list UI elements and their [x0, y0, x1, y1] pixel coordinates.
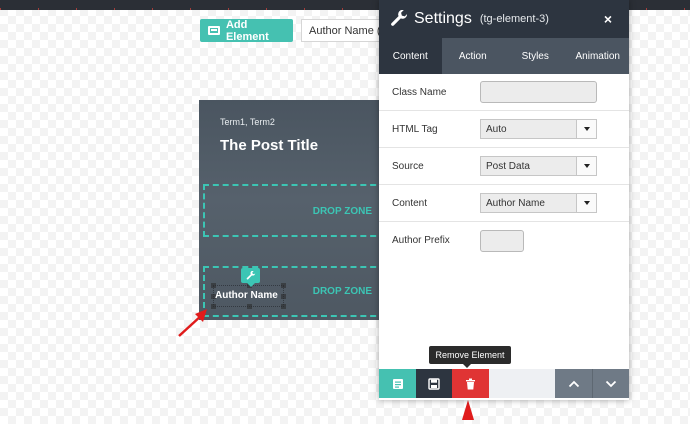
author-prefix-label: Author Prefix [392, 235, 450, 246]
drop-zone-2-label: DROP ZONE [312, 286, 372, 297]
close-icon[interactable]: × [604, 11, 612, 27]
resize-handle[interactable] [281, 304, 286, 309]
tab-content[interactable]: Content [379, 38, 442, 74]
element-icon [208, 26, 220, 35]
resize-handle[interactable] [281, 294, 286, 299]
class-name-label: Class Name [392, 86, 447, 98]
move-down-button[interactable] [592, 369, 629, 398]
settings-tabs: Content Action Styles Animation [379, 38, 629, 74]
resize-handle[interactable] [211, 283, 216, 288]
settings-header: Settings (tg-element-3) × [379, 0, 629, 38]
resize-handle[interactable] [247, 304, 252, 309]
wrench-icon [246, 270, 256, 280]
element-select[interactable]: Author Name (t [301, 19, 391, 42]
resize-handle[interactable] [281, 283, 286, 288]
class-name-input[interactable] [480, 81, 597, 103]
element-edit-button[interactable] [241, 268, 260, 287]
annotation-arrow-icon [462, 400, 474, 420]
content-select[interactable]: Author Name [480, 193, 597, 213]
source-select[interactable]: Post Data [480, 156, 597, 176]
content-label: Content [392, 197, 428, 209]
grid-card-preview: Term1, Term2 The Post Title DROP ZONE DR… [199, 100, 389, 320]
settings-title: Settings [414, 10, 472, 27]
card-title[interactable]: The Post Title [220, 137, 318, 154]
html-tag-select[interactable]: Auto [480, 119, 597, 139]
source-label: Source [392, 160, 424, 172]
wrench-icon [391, 10, 408, 26]
content-row: Content Author Name [379, 185, 629, 222]
author-prefix-row: Author Prefix [379, 222, 629, 259]
chevron-down-icon[interactable] [576, 120, 596, 138]
card-terms[interactable]: Term1, Term2 [220, 117, 275, 127]
trash-icon [466, 378, 475, 389]
settings-element-id: (tg-element-3) [479, 13, 549, 25]
chevron-up-icon [568, 380, 579, 387]
annotation-arrow-icon [178, 309, 207, 337]
html-tag-value: Auto [486, 123, 507, 135]
save-icon [428, 377, 440, 390]
chevron-down-icon [605, 380, 617, 387]
tab-action[interactable]: Action [442, 38, 505, 74]
author-prefix-input[interactable] [480, 229, 524, 252]
chevron-down-icon[interactable] [576, 157, 596, 175]
source-value: Post Data [486, 160, 530, 172]
html-tag-row: HTML Tag Auto [379, 111, 629, 148]
drop-zone-1[interactable]: DROP ZONE [203, 184, 386, 237]
save-button[interactable] [416, 369, 452, 398]
drop-zone-1-label: DROP ZONE [312, 206, 372, 217]
author-name-element[interactable]: Author Name [215, 290, 278, 301]
class-name-row: Class Name [379, 74, 629, 111]
source-row: Source Post Data [379, 148, 629, 185]
settings-panel: Settings (tg-element-3) × Content Action… [379, 0, 629, 400]
html-tag-label: HTML Tag [392, 123, 438, 135]
remove-element-tooltip: Remove Element [429, 346, 511, 368]
resize-handle[interactable] [211, 304, 216, 309]
element-select-value: Author Name (t [309, 24, 384, 37]
footer-spacer [489, 369, 555, 398]
add-element-button[interactable]: Add Element [200, 18, 293, 43]
tab-styles[interactable]: Styles [504, 38, 567, 74]
content-value: Author Name [486, 197, 545, 209]
notes-icon [392, 378, 403, 389]
tab-animation[interactable]: Animation [567, 38, 630, 74]
notes-button[interactable] [379, 369, 416, 398]
remove-element-button[interactable] [452, 369, 489, 398]
settings-footer [379, 369, 629, 398]
move-up-button[interactable] [555, 369, 592, 398]
chevron-down-icon[interactable] [576, 194, 596, 212]
add-element-label: Add Element [225, 18, 269, 43]
